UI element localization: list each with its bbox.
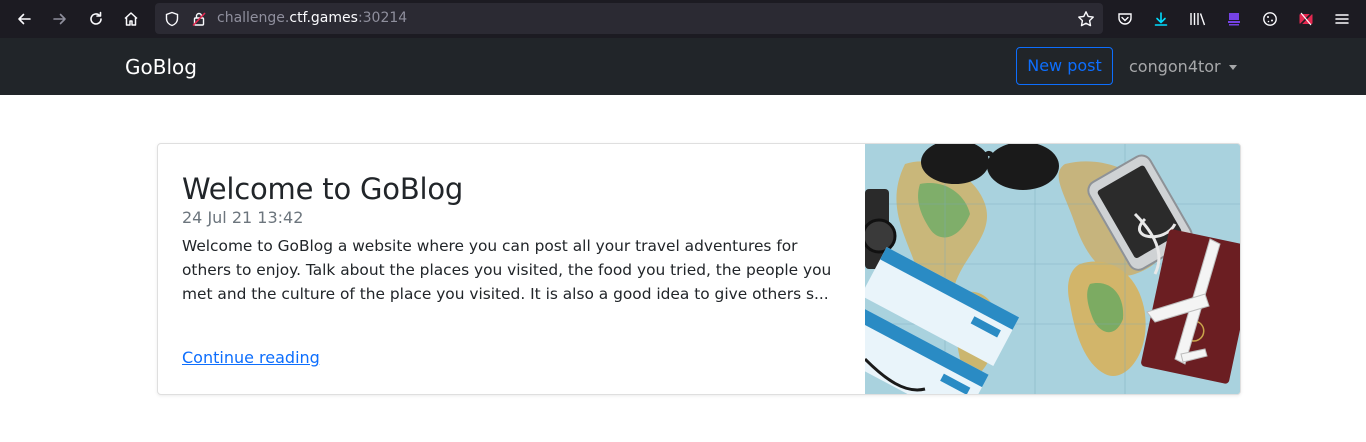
- user-dropdown[interactable]: congon4tor: [1129, 38, 1237, 95]
- travel-map-image: [865, 144, 1240, 394]
- reload-icon[interactable]: [84, 7, 108, 31]
- menu-icon[interactable]: [1330, 7, 1354, 31]
- library-icon[interactable]: [1186, 7, 1210, 31]
- browser-toolbar: challenge.ctf.games:30214: [0, 0, 1366, 38]
- download-icon[interactable]: [1149, 7, 1173, 31]
- post-date: 24 Jul 21 13:42: [182, 208, 304, 227]
- post-thumbnail[interactable]: [865, 144, 1240, 394]
- post-card: Welcome to GoBlog 24 Jul 21 13:42 Welcom…: [157, 143, 1241, 395]
- extension-icon[interactable]: [1222, 7, 1246, 31]
- new-post-button[interactable]: New post: [1016, 47, 1113, 85]
- post-card-body: Welcome to GoBlog 24 Jul 21 13:42 Welcom…: [158, 144, 865, 394]
- url-text[interactable]: challenge.ctf.games:30214: [217, 3, 407, 34]
- brand-logo[interactable]: GoBlog: [125, 38, 197, 95]
- forward-icon[interactable]: [48, 7, 72, 31]
- blocked-icon[interactable]: [1294, 7, 1318, 31]
- cookie-icon[interactable]: [1258, 7, 1282, 31]
- url-prefix: challenge.: [217, 10, 290, 26]
- star-icon[interactable]: [1077, 10, 1095, 32]
- site-navbar: GoBlog New post congon4tor: [0, 38, 1366, 95]
- url-suffix: :30214: [357, 10, 408, 26]
- post-excerpt: Welcome to GoBlog a website where you ca…: [182, 237, 832, 303]
- shield-icon[interactable]: [164, 11, 180, 31]
- continue-reading-link[interactable]: Continue reading: [182, 348, 320, 367]
- lock-icon[interactable]: [191, 11, 207, 31]
- caret-down-icon: [1228, 64, 1237, 70]
- back-icon[interactable]: [12, 7, 36, 31]
- url-bar[interactable]: challenge.ctf.games:30214: [155, 3, 1103, 34]
- url-host: ctf.games: [289, 10, 358, 26]
- post-title: Welcome to GoBlog: [182, 172, 464, 206]
- pocket-icon[interactable]: [1113, 7, 1137, 31]
- username-label: congon4tor: [1129, 57, 1221, 76]
- home-icon[interactable]: [119, 7, 143, 31]
